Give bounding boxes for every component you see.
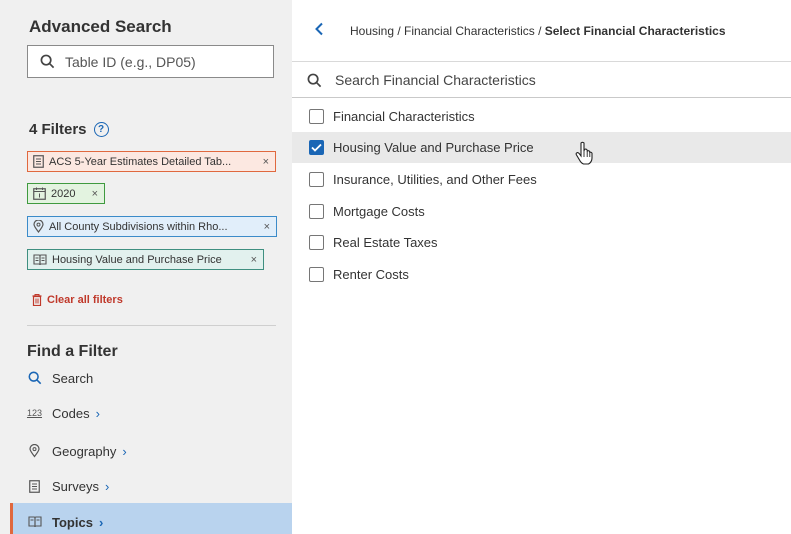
option-label: Real Estate Taxes: [333, 235, 438, 250]
nav-item-codes[interactable]: 123 Codes ›: [27, 401, 100, 425]
calendar-icon: [33, 187, 46, 200]
search-icon: [40, 54, 55, 69]
hand-pointer-icon: [575, 141, 593, 165]
checkbox[interactable]: [309, 204, 324, 219]
option-label: Housing Value and Purchase Price: [333, 140, 534, 155]
survey-icon: [33, 155, 44, 168]
remove-filter-icon[interactable]: ×: [263, 156, 269, 168]
chevron-left-icon: [315, 22, 323, 36]
nav-item-label: Geography: [52, 443, 117, 459]
find-filter-heading: Find a Filter: [27, 343, 118, 360]
survey-icon: [27, 479, 42, 493]
option-row[interactable]: Financial Characteristics: [292, 101, 791, 132]
chevron-right-icon: ›: [104, 478, 110, 494]
chevron-right-icon: ›: [122, 443, 127, 459]
clear-all-label: Clear all filters: [47, 294, 123, 306]
filter-chip-label: 2020: [51, 187, 76, 200]
option-row[interactable]: Mortgage Costs: [292, 196, 791, 227]
sidebar: Advanced Search Table ID (e.g., DP05) 4 …: [0, 0, 292, 534]
chevron-right-icon: ›: [98, 514, 104, 530]
breadcrumb-current: Select Financial Characteristics: [544, 24, 726, 38]
table-id-placeholder: Table ID (e.g., DP05): [65, 53, 196, 70]
help-icon[interactable]: ?: [93, 122, 109, 137]
checkbox[interactable]: [309, 267, 324, 282]
option-label: Renter Costs: [333, 267, 409, 282]
option-row[interactable]: Housing Value and Purchase Price: [292, 132, 791, 163]
checkbox[interactable]: [309, 172, 324, 187]
nav-item-label: Surveys: [52, 478, 99, 494]
checkbox[interactable]: [309, 109, 324, 124]
option-label: Mortgage Costs: [333, 204, 425, 219]
main-panel: Housing / Financial Characteristics / Se…: [292, 0, 791, 534]
breadcrumb-text: Housing / Financial Characteristics / Se…: [350, 24, 726, 38]
clear-all-filters-button[interactable]: Clear all filters: [32, 294, 123, 306]
filter-chip-geography[interactable]: All County Subdivisions within Rho... ×: [27, 216, 277, 237]
filter-chip-label: Housing Value and Purchase Price: [52, 253, 222, 266]
book-icon: [27, 516, 42, 528]
checkbox-checked[interactable]: [309, 140, 324, 155]
checkbox[interactable]: [309, 235, 324, 250]
remove-filter-icon[interactable]: ×: [264, 221, 270, 233]
search-icon: [307, 73, 322, 87]
back-button[interactable]: [314, 22, 324, 41]
filter-chip-survey[interactable]: ACS 5-Year Estimates Detailed Tab... ×: [27, 151, 276, 172]
table-id-input[interactable]: Table ID (e.g., DP05): [27, 45, 274, 78]
chevron-right-icon: ›: [95, 405, 100, 421]
filters-count-label: 4 Filters: [29, 121, 87, 138]
option-row[interactable]: Insurance, Utilities, and Other Fees: [292, 164, 791, 195]
nav-item-geography[interactable]: Geography ›: [27, 439, 127, 463]
filter-chip-label: ACS 5-Year Estimates Detailed Tab...: [49, 155, 232, 168]
nav-item-search[interactable]: Search: [27, 366, 93, 390]
nav-item-label: Search: [52, 370, 94, 386]
filter-chip-label: All County Subdivisions within Rho...: [49, 220, 228, 233]
location-pin-icon: [27, 444, 42, 458]
codes-icon: 123: [26, 408, 43, 418]
book-icon: [33, 253, 47, 266]
option-label: Insurance, Utilities, and Other Fees: [333, 172, 537, 187]
search-placeholder: Search Financial Characteristics: [335, 72, 536, 88]
option-row[interactable]: Real Estate Taxes: [292, 227, 791, 258]
trash-icon: [32, 294, 42, 306]
checkmark-icon: [311, 143, 322, 152]
breadcrumb: Housing / Financial Characteristics / Se…: [292, 0, 791, 62]
remove-filter-icon[interactable]: ×: [92, 188, 98, 200]
search-financial-input[interactable]: Search Financial Characteristics: [292, 63, 791, 98]
option-row[interactable]: Renter Costs: [292, 259, 791, 290]
nav-item-label: Topics: [52, 514, 93, 530]
filter-chip-topic[interactable]: Housing Value and Purchase Price ×: [27, 249, 264, 270]
advanced-search-title: Advanced Search: [29, 17, 172, 36]
option-label: Financial Characteristics: [333, 109, 475, 124]
filter-chip-year[interactable]: 2020 ×: [27, 183, 105, 204]
location-pin-icon: [33, 220, 44, 233]
nav-item-topics[interactable]: Topics ›: [27, 510, 103, 534]
filters-heading: 4 Filters ?: [29, 121, 109, 138]
remove-filter-icon[interactable]: ×: [251, 254, 257, 266]
nav-item-surveys[interactable]: Surveys ›: [27, 474, 109, 498]
search-icon: [27, 371, 42, 385]
sidebar-divider: [27, 325, 276, 326]
breadcrumb-path[interactable]: Housing / Financial Characteristics /: [350, 24, 545, 38]
nav-item-label: Codes: [52, 405, 90, 421]
